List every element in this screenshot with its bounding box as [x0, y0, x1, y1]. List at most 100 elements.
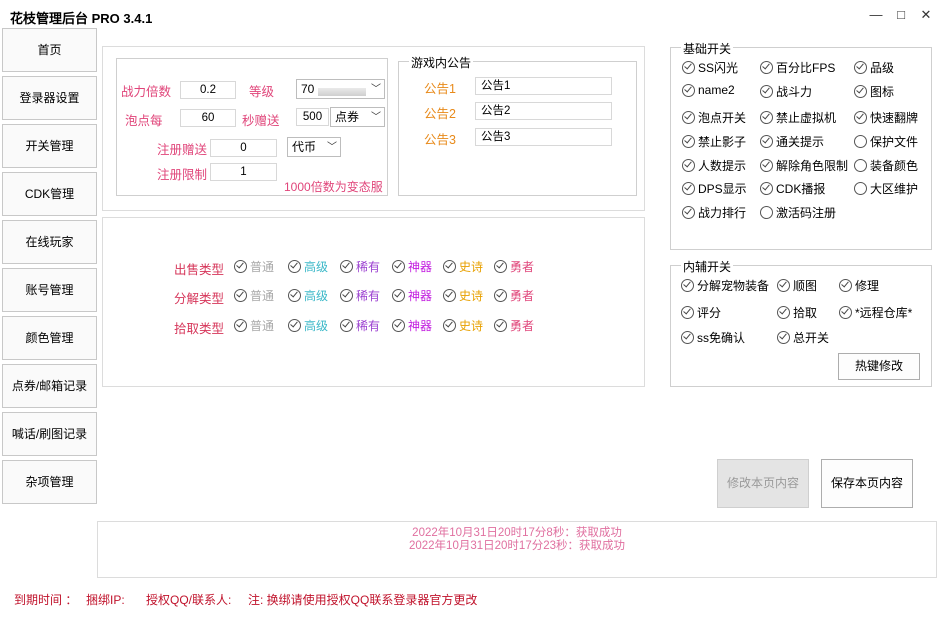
announcement-1-input[interactable]: 公告1	[475, 77, 612, 95]
sidebar-item-shout-records[interactable]: 喊话/刷图记录	[2, 412, 97, 456]
basic-switch-6[interactable]: 泡点开关	[682, 109, 746, 126]
basic-switch-10[interactable]: 通关提示	[760, 133, 824, 150]
bubble-interval-input[interactable]: 60	[180, 109, 236, 127]
sidebar-item-color-management[interactable]: 颜色管理	[2, 316, 97, 360]
basic-switch-14[interactable]: 装备颜色	[854, 157, 918, 174]
checked-icon	[682, 61, 695, 74]
seconds-gift-label: 秒赠送	[242, 114, 280, 128]
basic-switch-11[interactable]: 保护文件	[854, 133, 918, 150]
basic-switch-7[interactable]: 禁止虚拟机	[760, 109, 836, 126]
announcement-2-input[interactable]: 公告2	[475, 102, 612, 120]
aux-switch-2[interactable]: 修理	[839, 277, 879, 294]
basic-switch-17[interactable]: 大区维护	[854, 180, 918, 197]
basic-switch-label: 大区维护	[870, 182, 919, 196]
basic-switch-3[interactable]: name2	[682, 83, 735, 97]
sidebar-item-switch-management[interactable]: 开关管理	[2, 124, 97, 168]
decompose-rare-checkbox[interactable]: 稀有	[340, 287, 380, 304]
basic-switch-12[interactable]: 人数提示	[682, 157, 746, 174]
pickup-rare-checkbox[interactable]: 稀有	[340, 317, 380, 334]
check-icon	[288, 319, 301, 332]
sell-type-label: 出售类型	[174, 263, 225, 277]
basic-switch-9[interactable]: 禁止影子	[682, 133, 746, 150]
announcement-3-input[interactable]: 公告3	[475, 128, 612, 146]
aux-switch-3[interactable]: 评分	[681, 304, 721, 321]
aux-switch-6[interactable]: ss免确认	[681, 329, 745, 346]
auth-qq-label: 授权QQ/联系人:	[146, 593, 232, 607]
basic-switch-18[interactable]: 战力排行	[682, 204, 746, 221]
decompose-type-label: 分解类型	[174, 292, 225, 306]
basic-switch-label: 激活码注册	[776, 206, 837, 220]
register-gift-label: 注册赠送	[157, 143, 208, 157]
check-icon	[494, 319, 507, 332]
sidebar-item-cdk-management[interactable]: CDK管理	[2, 172, 97, 216]
modify-page-button[interactable]: 修改本页内容	[717, 459, 809, 508]
checked-icon	[854, 61, 867, 74]
basic-switch-2[interactable]: 品级	[854, 59, 894, 76]
decompose-artifact-checkbox[interactable]: 神器	[392, 287, 432, 304]
basic-switch-15[interactable]: DPS显示	[682, 180, 747, 197]
level-slider[interactable]	[318, 88, 366, 96]
close-button[interactable]: ✕	[915, 6, 937, 24]
multiplier-note: 1000倍数为变态服	[284, 180, 383, 194]
basic-switch-19[interactable]: 激活码注册	[760, 204, 836, 221]
announcement-2-label: 公告2	[424, 107, 456, 121]
basic-switch-label: 禁止虚拟机	[776, 111, 837, 125]
sidebar-item-points-mail-records[interactable]: 点券/邮箱记录	[2, 364, 97, 408]
sidebar-item-home[interactable]: 首页	[2, 28, 97, 72]
pickup-common-checkbox[interactable]: 普通	[234, 317, 274, 334]
decompose-epic-checkbox[interactable]: 史诗	[443, 287, 483, 304]
seconds-gift-input[interactable]: 500	[296, 108, 329, 126]
sell-rare-checkbox[interactable]: 稀有	[340, 258, 380, 275]
maximize-button[interactable]: □	[890, 6, 912, 24]
basic-switch-5[interactable]: 图标	[854, 83, 894, 100]
basic-switch-0[interactable]: SS闪光	[682, 59, 738, 76]
decompose-advanced-checkbox[interactable]: 高级	[288, 287, 328, 304]
sell-artifact-checkbox[interactable]: 神器	[392, 258, 432, 275]
sell-advanced-checkbox[interactable]: 高级	[288, 258, 328, 275]
unchecked-icon	[854, 182, 867, 195]
register-limit-input[interactable]: 1	[210, 163, 277, 181]
basic-switch-label: CDK播报	[776, 182, 826, 196]
power-multiplier-input[interactable]: 0.2	[180, 81, 236, 99]
save-page-button[interactable]: 保存本页内容	[821, 459, 913, 508]
checked-icon	[777, 279, 790, 292]
sell-hero-checkbox[interactable]: 勇者	[494, 258, 534, 275]
basic-switch-16[interactable]: CDK播报	[760, 180, 825, 197]
sidebar-item-account-management[interactable]: 账号管理	[2, 268, 97, 312]
sidebar-item-launcher-settings[interactable]: 登录器设置	[2, 76, 97, 120]
basic-switch-13[interactable]: 解除角色限制	[760, 157, 848, 174]
sell-epic-checkbox[interactable]: 史诗	[443, 258, 483, 275]
sidebar-item-online-players[interactable]: 在线玩家	[2, 220, 97, 264]
decompose-common-checkbox[interactable]: 普通	[234, 287, 274, 304]
aux-switch-5[interactable]: *远程仓库*	[839, 304, 912, 321]
checked-icon	[681, 306, 694, 319]
check-icon	[392, 289, 405, 302]
gift-currency-select[interactable]: 点券 ﹀	[330, 107, 385, 127]
basic-switch-8[interactable]: 快速翻牌	[854, 109, 918, 126]
log-line: 2022年10月31日20时17分23秒：获取成功	[408, 540, 626, 552]
pickup-epic-checkbox[interactable]: 史诗	[443, 317, 483, 334]
basic-switch-label: name2	[698, 83, 735, 97]
hotkey-modify-button[interactable]: 热键修改	[838, 353, 920, 380]
decompose-hero-checkbox[interactable]: 勇者	[494, 287, 534, 304]
pickup-artifact-checkbox[interactable]: 神器	[392, 317, 432, 334]
checked-icon	[681, 279, 694, 292]
aux-switch-0[interactable]: 分解宠物装备	[681, 277, 769, 294]
sell-common-checkbox[interactable]: 普通	[234, 258, 274, 275]
check-icon	[234, 260, 247, 273]
sidebar-item-misc-management[interactable]: 杂项管理	[2, 460, 97, 504]
aux-switch-1[interactable]: 顺图	[777, 277, 817, 294]
register-currency-select[interactable]: 代币 ﹀	[287, 137, 341, 157]
aux-switch-7[interactable]: 总开关	[777, 329, 829, 346]
announcement-group-title: 游戏内公告	[409, 54, 474, 71]
rebind-note: 注: 换绑请使用授权QQ联系登录器官方更改	[248, 593, 478, 607]
pickup-advanced-checkbox[interactable]: 高级	[288, 317, 328, 334]
pickup-hero-checkbox[interactable]: 勇者	[494, 317, 534, 334]
aux-switch-4[interactable]: 拾取	[777, 304, 817, 321]
basic-switch-4[interactable]: 战斗力	[760, 83, 812, 100]
basic-switch-label: 禁止影子	[698, 135, 747, 149]
register-gift-input[interactable]: 0	[210, 139, 277, 157]
minimize-button[interactable]: —	[865, 6, 887, 24]
basic-switch-1[interactable]: 百分比FPS	[760, 59, 835, 76]
basic-switch-label: 通关提示	[776, 135, 825, 149]
